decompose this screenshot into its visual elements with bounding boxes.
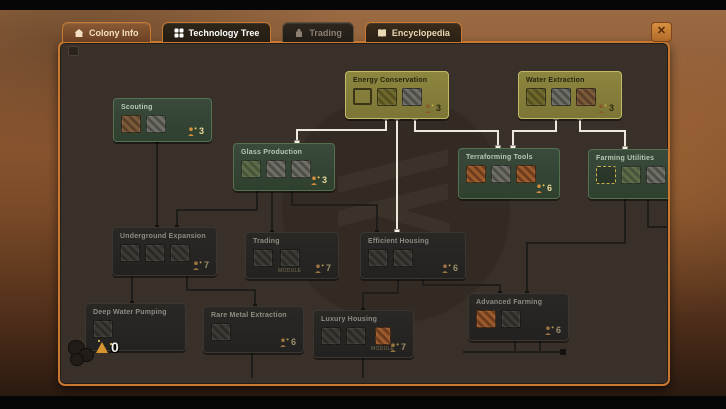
tab-label: Encyclopedia (392, 28, 450, 38)
excavator-icon (516, 165, 536, 183)
research-cost: 3 (310, 175, 327, 185)
research-cost: 3 (187, 126, 204, 136)
node-title: Trading (253, 238, 280, 245)
tech-node-advanced-farming[interactable]: Advanced Farming 6 (468, 293, 569, 341)
crops-icon (476, 310, 496, 328)
node-title: Deep Water Pumping (93, 309, 167, 316)
node-title: Efficient Housing (368, 238, 429, 245)
solar-panel-icon (377, 88, 397, 106)
research-cost: 6 (535, 183, 552, 193)
tech-node-underground-expansion[interactable]: Underground Expansion 7 (112, 227, 217, 276)
mouse-cursor: 0 (68, 336, 148, 370)
plant-icon (346, 327, 366, 345)
sprinkler-icon (646, 166, 666, 184)
tech-node-trading[interactable]: Trading MODULE 7 (245, 232, 339, 279)
tech-node-glass-production[interactable]: Glass Production 3 (233, 143, 335, 191)
tech-node-efficient-housing[interactable]: Efficient Housing 6 (360, 232, 466, 279)
compost-icon (621, 166, 641, 184)
researcher-icon (314, 264, 324, 273)
bunk-bed-icon (368, 249, 388, 267)
tab-colony-info[interactable]: Colony Info (62, 22, 151, 42)
node-title: Water Extraction (526, 77, 585, 84)
tech-node-scouting[interactable]: Scouting 3 (113, 98, 212, 142)
support-beam-icon (170, 244, 190, 262)
tech-node-farming-utilities[interactable]: Farming Utilities (588, 149, 670, 199)
frame-icon (353, 88, 372, 105)
tab-technology-tree[interactable]: Technology Tree (162, 22, 272, 42)
glass-panel-icon (291, 160, 311, 178)
researcher-icon (597, 104, 607, 113)
goods-crate-icon (253, 249, 273, 267)
sand-icon (241, 160, 261, 178)
node-title: Advanced Farming (476, 299, 542, 306)
research-cost: 6 (441, 263, 458, 273)
gear-cursor-icon (70, 353, 84, 366)
research-points-badge: 0 (96, 339, 119, 355)
tab-label: Colony Info (89, 28, 139, 38)
tech-tree-icon (174, 28, 184, 38)
researcher-icon (192, 261, 202, 270)
research-cost: 7 (389, 342, 406, 352)
researcher-icon (389, 343, 399, 352)
research-cost: 7 (192, 260, 209, 270)
scout-flag-icon (146, 115, 166, 133)
research-point-icon (96, 342, 108, 353)
researcher-icon (279, 338, 289, 347)
tech-node-energy-conservation[interactable]: Energy Conservation 3 (345, 71, 449, 119)
research-cost: 7 (314, 263, 331, 273)
module-label: MODULE (278, 268, 301, 274)
research-cost: 6 (544, 325, 561, 335)
researcher-icon (310, 176, 320, 185)
tab-label: Trading (309, 28, 342, 38)
furnace-icon (266, 160, 286, 178)
bag-icon (294, 28, 304, 38)
researcher-icon (535, 184, 545, 193)
water-barrel-icon (576, 88, 596, 106)
node-title: Underground Expansion (120, 233, 206, 240)
tech-node-luxury-housing[interactable]: Luxury Housing MODULE 7 (313, 310, 414, 358)
tab-trading[interactable]: Trading (282, 22, 354, 42)
ladder-icon (393, 249, 413, 267)
trade-module-icon (280, 249, 300, 267)
grate-icon (526, 88, 546, 106)
tech-node-water-extraction[interactable]: Water Extraction 3 (518, 71, 622, 119)
plot-marker-icon (596, 166, 616, 184)
ore-icon (211, 323, 231, 341)
pump-icon (551, 88, 571, 106)
research-cost: 3 (597, 103, 614, 113)
tab-encyclopedia[interactable]: Encyclopedia (365, 22, 462, 42)
binoculars-icon (121, 115, 141, 133)
sofa-icon (321, 327, 341, 345)
node-title: Energy Conservation (353, 77, 427, 84)
researcher-icon (187, 127, 197, 136)
close-button[interactable]: ✕ (651, 22, 672, 42)
node-title: Terraforming Tools (466, 154, 533, 161)
drill-icon (466, 165, 486, 183)
battery-icon (402, 88, 422, 106)
research-cost: 3 (424, 103, 441, 113)
node-title: Luxury Housing (321, 316, 377, 323)
researcher-icon (544, 326, 554, 335)
game-screen: Colony Info Technology Tree Trading Ency… (0, 0, 726, 409)
technology-tree-panel: Scouting 3 Energy Conservation 3 (58, 41, 670, 386)
node-title: Farming Utilities (596, 155, 654, 162)
research-cost: 6 (279, 337, 296, 347)
research-points-value: 0 (111, 339, 119, 355)
tech-node-terraforming-tools[interactable]: Terraforming Tools 6 (458, 148, 560, 199)
house-icon (74, 28, 84, 38)
node-title: Glass Production (241, 149, 302, 156)
researcher-icon (441, 264, 451, 273)
boulder-icon (491, 165, 511, 183)
node-title: Rare Metal Extraction (211, 312, 287, 319)
hydroponics-icon (501, 310, 521, 328)
book-icon (377, 28, 387, 38)
researcher-icon (424, 104, 434, 113)
tech-node-rare-metal-extraction[interactable]: Rare Metal Extraction 6 (203, 306, 304, 353)
tunnel-icon (120, 244, 140, 262)
tab-bar: Colony Info Technology Tree Trading Ency… (62, 22, 462, 42)
tab-label: Technology Tree (189, 28, 260, 38)
shovel-icon (145, 244, 165, 262)
node-title: Scouting (121, 104, 153, 111)
